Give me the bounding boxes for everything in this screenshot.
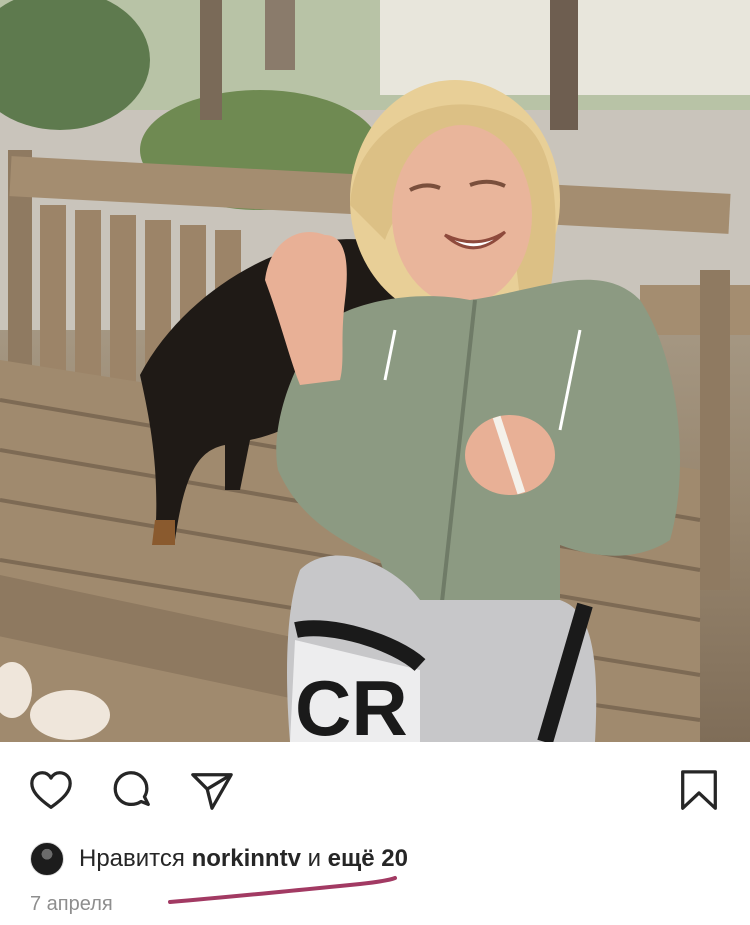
svg-text:CR: CR <box>295 664 408 742</box>
likes-prefix: Нравится <box>79 845 192 872</box>
heart-icon[interactable] <box>28 768 74 814</box>
likes-text: Нравится norkinntv и ещё 20 <box>79 842 408 876</box>
post-actions <box>0 742 750 834</box>
post-photo[interactable]: CR <box>0 0 750 742</box>
likes-more-link[interactable]: ещё 20 <box>328 845 408 872</box>
liker-username[interactable]: norkinntv <box>192 845 301 872</box>
likes-row[interactable]: Нравится norkinntv и ещё 20 <box>30 842 408 876</box>
liker-avatar[interactable] <box>30 842 64 876</box>
likes-joiner: и <box>300 845 328 872</box>
send-icon[interactable] <box>189 768 235 814</box>
comment-icon[interactable] <box>109 768 155 814</box>
photo-scene: CR <box>0 0 750 742</box>
post-date: 7 апреля <box>30 893 113 915</box>
bookmark-icon[interactable] <box>676 768 722 814</box>
